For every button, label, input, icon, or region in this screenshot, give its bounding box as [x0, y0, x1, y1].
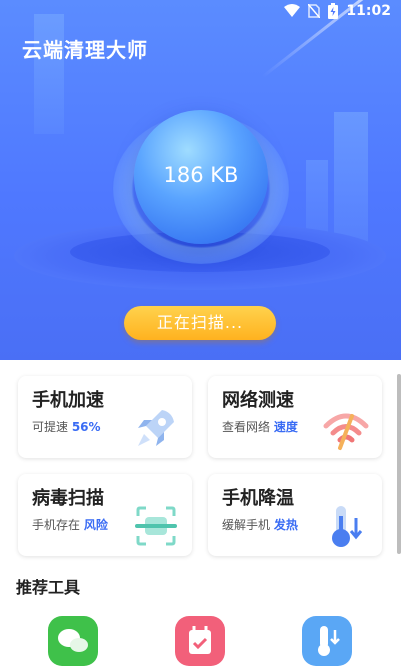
card-phone-boost[interactable]: 手机加速 可提速 56% [18, 376, 192, 458]
card-subtitle: 缓解手机 发热 [222, 518, 298, 532]
scrollbar[interactable] [397, 374, 401, 554]
status-bar: 11:02 [0, 0, 401, 24]
scanning-button[interactable]: 正在扫描... [124, 306, 276, 340]
card-subtitle: 手机存在 风险 [32, 518, 108, 532]
card-subtitle: 查看网络 速度 [222, 420, 298, 434]
wifi-icon [323, 413, 369, 450]
calendar-tool-button[interactable] [175, 616, 225, 666]
battery-charging-icon [328, 3, 339, 19]
thermometer-icon [318, 626, 340, 656]
rocket-icon [138, 410, 174, 446]
card-title: 网络测速 [222, 390, 294, 411]
background-tower [34, 14, 64, 134]
app-title: 云端清理大师 [22, 38, 148, 62]
card-title: 手机降温 [222, 488, 294, 509]
hero-panel: 11:02 云端清理大师 186 KB 正在扫描... [0, 0, 401, 360]
card-network-speed[interactable]: 网络测速 查看网络 速度 [208, 376, 382, 458]
recommended-tools-title: 推荐工具 [16, 578, 81, 597]
wechat-icon [58, 629, 88, 652]
card-phone-cooling[interactable]: 手机降温 缓解手机 发热 [208, 474, 382, 556]
card-highlight: 风险 [83, 518, 108, 532]
card-subtitle: 可提速 56% [32, 420, 101, 434]
no-sim-icon [308, 4, 321, 18]
thermometer-icon [332, 506, 363, 547]
card-title: 病毒扫描 [32, 488, 104, 509]
card-highlight: 速度 [273, 420, 298, 434]
card-title: 手机加速 [32, 390, 104, 411]
card-highlight: 发热 [273, 518, 298, 532]
cooling-tool-button[interactable] [302, 616, 352, 666]
scan-icon [135, 506, 177, 546]
status-time: 11:02 [346, 3, 391, 19]
card-highlight: 56% [71, 420, 101, 434]
wechat-tool-button[interactable] [48, 616, 98, 666]
wifi-signal-icon [284, 4, 301, 17]
calendar-icon [189, 626, 211, 654]
card-virus-scan[interactable]: 病毒扫描 手机存在 风险 [18, 474, 192, 556]
junk-size-value: 186 KB [163, 163, 239, 187]
